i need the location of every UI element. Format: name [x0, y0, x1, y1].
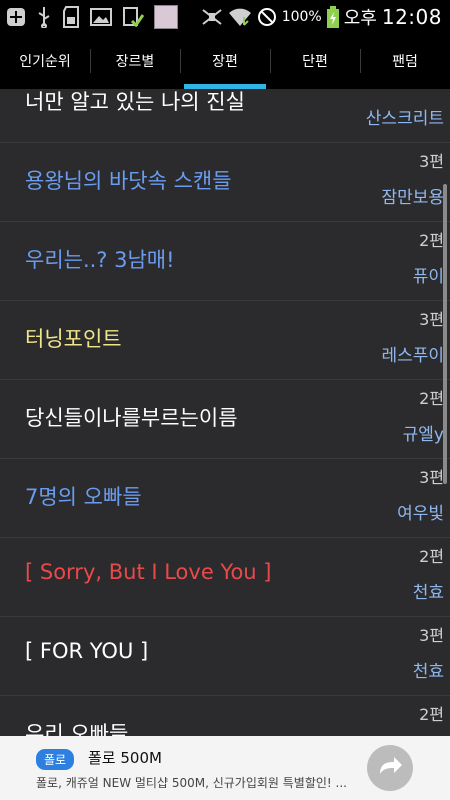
- story-author: 천효: [412, 583, 444, 603]
- list-item[interactable]: 7명의 오빠들 3편 여우빛: [0, 459, 450, 538]
- category-tab-bar: 인기순위 장르별 장편 단편 팬덤: [0, 33, 450, 89]
- tab-long-series[interactable]: 장편: [180, 33, 270, 89]
- tab-fandom[interactable]: 팬덤: [360, 33, 450, 89]
- story-author: 레스푸이: [381, 346, 444, 366]
- battery-icon: [326, 5, 339, 28]
- story-title: 우리는..? 3남매!: [25, 248, 175, 272]
- episode-count: 3편: [419, 468, 444, 487]
- sd-card-icon: [62, 5, 80, 28]
- download-check-icon: [122, 6, 144, 28]
- ad-open-button[interactable]: [367, 745, 413, 791]
- list-scrollbar[interactable]: [443, 184, 447, 484]
- ad-badge: 폴로: [36, 749, 75, 770]
- list-item[interactable]: 우리 오빠들 2편: [0, 696, 450, 736]
- add-icon: [6, 7, 26, 27]
- story-author: 퓨이: [412, 267, 444, 287]
- list-item[interactable]: 너만 알고 있는 나의 진실 산스크리트: [0, 89, 450, 143]
- story-author: 천효: [412, 662, 444, 682]
- story-title: 터닝포인트: [25, 327, 122, 351]
- episode-count: 2편: [419, 705, 444, 724]
- story-list-content: 너만 알고 있는 나의 진실 산스크리트 용왕님의 바닷속 스캔들 3편 잠만보…: [0, 89, 450, 736]
- battery-percent: 100%: [281, 8, 322, 25]
- wifi-icon: [228, 7, 252, 27]
- episode-count: 2편: [419, 231, 444, 250]
- episode-count: 2편: [419, 547, 444, 566]
- story-author: 여우빛: [397, 504, 444, 524]
- episode-count: 2편: [419, 389, 444, 408]
- story-title: 용왕님의 바닷속 스캔들: [25, 169, 232, 193]
- list-item[interactable]: 우리는..? 3남매! 2편 퓨이: [0, 222, 450, 301]
- episode-count: 3편: [419, 626, 444, 645]
- ad-description: 폴로, 캐쥬얼 NEW 멀티샵 500M, 신규가입회원 특별할인! ...: [36, 776, 347, 790]
- usb-icon: [36, 6, 52, 28]
- image-icon: [90, 7, 112, 27]
- tab-short-story[interactable]: 단편: [270, 33, 360, 89]
- list-item[interactable]: 용왕님의 바닷속 스캔들 3편 잠만보용: [0, 143, 450, 222]
- list-item[interactable]: [ Sorry, But I Love You ] 2편 천효: [0, 538, 450, 617]
- story-author: 규엘y: [402, 425, 444, 445]
- mute-icon: [201, 8, 223, 26]
- story-title: 7명의 오빠들: [25, 485, 142, 509]
- status-ampm: 오후: [343, 7, 377, 29]
- tab-genre[interactable]: 장르별: [90, 33, 180, 89]
- list-item[interactable]: [ FOR YOU ] 3편 천효: [0, 617, 450, 696]
- list-item[interactable]: 터닝포인트 3편 레스푸이: [0, 301, 450, 380]
- story-author: 산스크리트: [365, 109, 444, 129]
- status-time: 12:08: [381, 4, 442, 29]
- forward-arrow-icon: [376, 754, 404, 782]
- story-author: 잠만보용: [381, 188, 444, 208]
- story-title: [ Sorry, But I Love You ]: [25, 560, 272, 584]
- story-list[interactable]: 너만 알고 있는 나의 진실 산스크리트 용왕님의 바닷속 스캔들 3편 잠만보…: [0, 89, 450, 736]
- episode-count: 3편: [419, 310, 444, 329]
- blocked-icon: [257, 7, 277, 27]
- ad-title: 폴로 500M: [88, 749, 162, 767]
- story-title: 우리 오빠들: [25, 722, 129, 736]
- story-title: 당신들이나를부르는이름: [25, 406, 238, 430]
- notification-thumbnail: [154, 4, 178, 29]
- status-bar: 100% 오후 12:08: [0, 0, 450, 33]
- story-title: 너만 알고 있는 나의 진실: [25, 90, 245, 114]
- story-title: [ FOR YOU ]: [25, 639, 149, 663]
- list-item[interactable]: 당신들이나를부르는이름 2편 규엘y: [0, 380, 450, 459]
- tab-popular[interactable]: 인기순위: [0, 33, 90, 89]
- episode-count: 3편: [419, 152, 444, 171]
